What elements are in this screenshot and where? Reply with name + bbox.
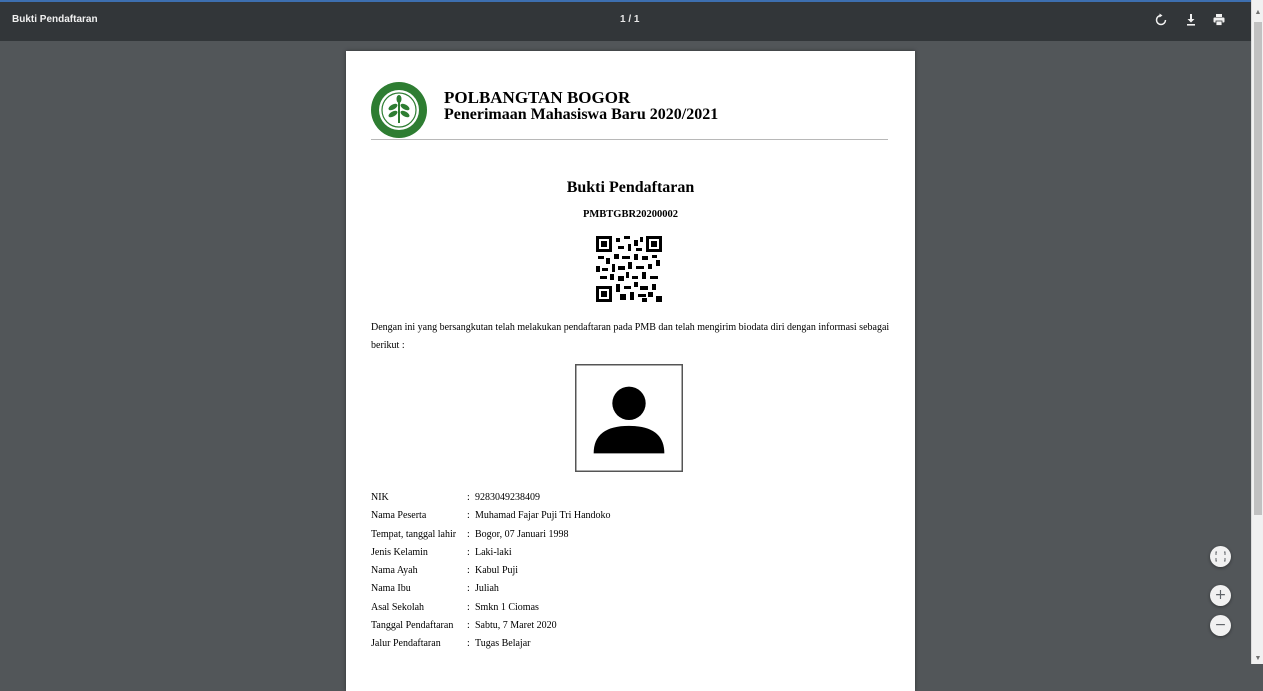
rotate-button[interactable] <box>1154 13 1170 29</box>
fit-to-page-button[interactable] <box>1210 546 1231 567</box>
biodata-label: Jenis Kelamin <box>371 546 428 558</box>
scrollbar-thumb[interactable] <box>1254 22 1262 515</box>
page-indicator: 1 / 1 <box>620 14 640 25</box>
pdf-page: POLBANGTAN BOGOR Penerimaan Mahasiswa Ba… <box>346 51 915 691</box>
pdf-toolbar: Bukti Pendaftaran 1 / 1 <box>0 0 1263 41</box>
biodata-row-nama-peserta: Nama Peserta: Muhamad Fajar Puji Tri Hand… <box>371 507 611 525</box>
scroll-up-arrow[interactable]: ▲ <box>1254 8 1262 18</box>
zoom-out-icon: − <box>1214 617 1227 633</box>
biodata-value: Tugas Belajar <box>475 638 531 650</box>
profile-photo-placeholder <box>575 364 683 472</box>
biodata-value: Muhamad Fajar Puji Tri Handoko <box>475 510 611 522</box>
biodata-label: Tempat, tanggal lahir <box>371 528 457 540</box>
scroll-down-arrow[interactable]: ▼ <box>1254 654 1262 664</box>
biodata-value: Smkn 1 Ciomas <box>475 601 539 613</box>
biodata-label: Tanggal Pendaftaran <box>371 620 454 632</box>
biodata-row-jalur-pendaftaran: Jalur Pendaftaran: Tugas Belajar <box>371 635 611 653</box>
biodata-value: Bogor, 07 Januari 1998 <box>475 528 569 540</box>
biodata-label: Asal Sekolah <box>371 601 425 613</box>
rotate-icon <box>1155 13 1167 26</box>
institution-name: POLBANGTAN BOGOR <box>444 88 631 107</box>
biodata-value: Sabtu, 7 Maret 2020 <box>475 620 557 632</box>
biodata-value: 9283049238409 <box>475 492 540 503</box>
biodata-value: Kabul Puji <box>475 565 519 577</box>
biodata-row-jenis-kelamin: Jenis Kelamin: Laki-laki <box>371 544 611 562</box>
biodata-row-nama-ayah: Nama Ayah: Kabul Puji <box>371 562 611 580</box>
header-divider <box>371 139 888 140</box>
admission-subtitle: Penerimaan Mahasiswa Baru 2020/2021 <box>444 106 719 123</box>
biodata-label: Nama Ibu <box>371 583 411 595</box>
biodata-row-tempat-tanggal-lahir: Tempat, tanggal lahir: Bogor, 07 Januari … <box>371 526 611 544</box>
print-button[interactable] <box>1212 13 1228 29</box>
registration-proof-title: Bukti Pendaftaran <box>566 179 695 196</box>
biodata-label: Nama Ayah <box>371 565 418 577</box>
biodata-label: Jalur Pendaftaran <box>371 638 441 650</box>
biodata-label: Nama Peserta <box>371 510 427 522</box>
biodata-value: Juliah <box>475 583 499 595</box>
zoom-in-icon: + <box>1214 587 1227 603</box>
biodata-row-asal-sekolah: Asal Sekolah: Smkn 1 Ciomas <box>371 599 611 617</box>
qr-code <box>596 236 662 302</box>
biodata-value: Laki-laki <box>475 546 512 558</box>
biodata-row-tanggal-pendaftaran: Tanggal Pendaftaran: Sabtu, 7 Maret 2020 <box>371 617 611 635</box>
biodata-label: NIK <box>371 492 389 503</box>
vertical-scrollbar[interactable]: ▲ ▼ <box>1251 0 1263 664</box>
print-icon <box>1213 14 1225 26</box>
biodata-row-nama-ibu: Nama Ibu: Juliah <box>371 580 611 598</box>
registration-statement: Dengan ini yang bersangkutan telah melak… <box>371 322 890 351</box>
download-icon <box>1187 14 1195 26</box>
polbangtan-logo <box>371 82 427 138</box>
registration-number: PMBTGBR20200002 <box>582 209 679 220</box>
biodata-row-nik: NIK:9283049238409 <box>371 489 611 507</box>
biodata-table: NIK:9283049238409 Nama Peserta: Muhamad F… <box>371 489 611 654</box>
zoom-in-button[interactable]: + <box>1210 585 1231 606</box>
download-button[interactable] <box>1184 13 1200 29</box>
fit-to-page-icon <box>1215 551 1226 562</box>
document-title: Bukti Pendaftaran <box>12 14 98 25</box>
zoom-out-button[interactable]: − <box>1210 615 1231 636</box>
